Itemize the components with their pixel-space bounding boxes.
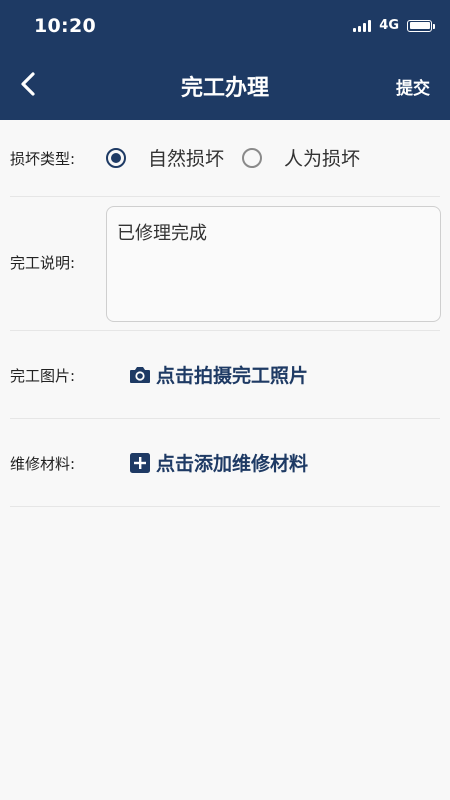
completion-desc-input[interactable] <box>106 206 441 322</box>
add-material-button[interactable]: 点击添加维修材料 <box>128 449 308 476</box>
materials-row: 维修材料: 点击添加维修材料 <box>10 419 440 507</box>
take-photo-label: 点击拍摄完工照片 <box>156 365 309 387</box>
radio-human-damage[interactable]: 人为损坏 <box>242 144 360 171</box>
page-title: 完工办理 <box>180 76 269 101</box>
damage-type-label: 损坏类型: <box>10 150 76 168</box>
damage-type-radio-group: 自然损坏 人为损坏 <box>106 144 378 171</box>
plus-square-icon <box>128 451 152 475</box>
radio-checked-icon <box>106 147 126 168</box>
header: 10:20 4G 完工办理 提交 <box>0 0 450 120</box>
network-type: 4G <box>379 18 399 33</box>
submit-button[interactable]: 提交 <box>396 74 430 99</box>
damage-type-row: 损坏类型: 自然损坏 人为损坏 <box>10 120 440 197</box>
take-photo-button[interactable]: 点击拍摄完工照片 <box>128 361 308 388</box>
status-indicators: 4G <box>353 18 435 33</box>
battery-icon <box>407 19 435 32</box>
completion-desc-label: 完工说明: <box>10 254 76 272</box>
app: 10:20 4G 完工办理 提交 损坏类型: 自然损坏 人为损坏 完工说明: 已… <box>0 0 450 800</box>
materials-label: 维修材料: <box>10 455 76 473</box>
completion-photo-label: 完工图片: <box>10 367 76 385</box>
status-time: 10:20 <box>34 15 96 37</box>
radio-unchecked-icon <box>242 147 263 168</box>
completion-photo-row: 完工图片: 点击拍摄完工照片 <box>10 331 440 419</box>
status-bar: 10:20 4G <box>0 0 450 54</box>
completion-desc-row: 完工说明: <box>10 197 441 331</box>
radio-label: 自然损坏 <box>148 148 225 170</box>
radio-natural-damage[interactable]: 自然损坏 <box>106 144 224 171</box>
camera-icon <box>128 363 152 387</box>
signal-icon <box>353 19 372 32</box>
nav-bar: 完工办理 提交 <box>0 54 450 118</box>
add-material-label: 点击添加维修材料 <box>156 453 309 475</box>
radio-label: 人为损坏 <box>284 148 361 170</box>
completion-form: 损坏类型: 自然损坏 人为损坏 完工说明: 完工图片: <box>0 120 450 507</box>
